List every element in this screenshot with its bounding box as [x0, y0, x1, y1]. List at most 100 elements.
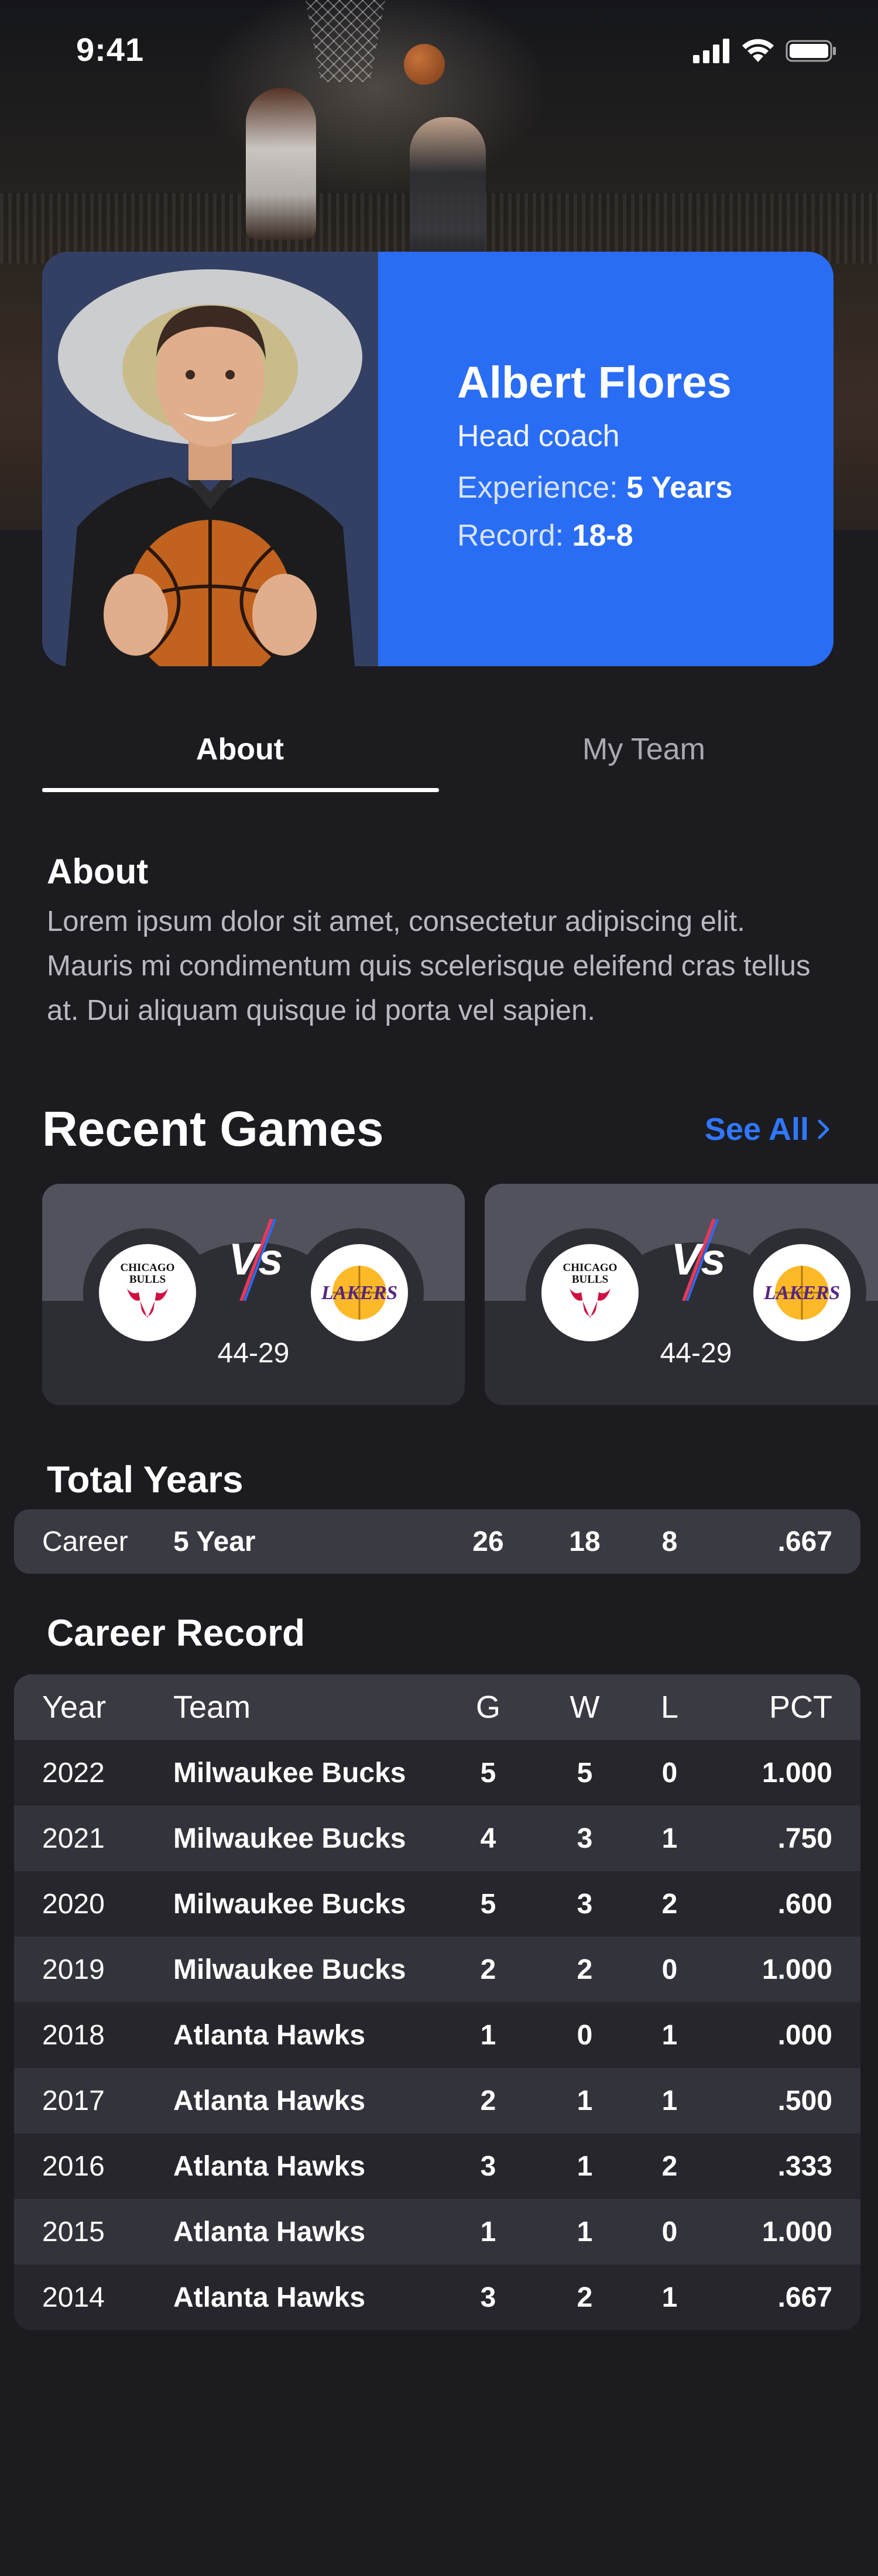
table-header-row: Year Team G W L PCT — [14, 1674, 860, 1740]
total-years-row: Career 5 Year 26 18 8 .667 — [14, 1509, 860, 1574]
row-team: Milwaukee Bucks — [173, 1757, 406, 1789]
wifi-icon — [742, 39, 774, 62]
row-wins: 3 — [577, 1823, 593, 1854]
row-games: 1 — [480, 2216, 496, 2248]
coach-role: Head coach — [457, 419, 620, 453]
row-losses: 0 — [661, 2216, 678, 2248]
row-year: 2015 — [42, 2216, 105, 2248]
row-games: 5 — [480, 1757, 496, 1789]
svg-text:Vs: Vs — [229, 1235, 283, 1284]
row-losses: 0 — [661, 1954, 678, 1985]
row-pct: 1.000 — [762, 1757, 832, 1789]
row-year: 2019 — [42, 1954, 105, 1985]
row-losses: 0 — [661, 1757, 678, 1789]
row-pct: .750 — [777, 1823, 832, 1854]
row-team: Milwaukee Bucks — [173, 1954, 406, 1985]
header-w: W — [570, 1690, 600, 1725]
tab-about[interactable]: About — [42, 732, 438, 767]
coach-photo — [42, 252, 378, 666]
see-all-link[interactable]: See All — [705, 1111, 830, 1147]
row-wins: 1 — [577, 2216, 593, 2248]
row-games: 3 — [480, 2282, 496, 2313]
row-team: Atlanta Hawks — [173, 2150, 366, 2182]
coach-info-panel: Albert Flores Head coach Experience: 5 Y… — [378, 252, 834, 666]
battery-icon — [786, 40, 836, 62]
header-year: Year — [42, 1690, 107, 1725]
coach-profile-card: Albert Flores Head coach Experience: 5 Y… — [42, 252, 834, 666]
active-tab-indicator — [42, 788, 439, 792]
table-row: 2015 Atlanta Hawks 1 1 0 1.000 — [14, 2199, 860, 2265]
row-wins: 0 — [577, 2019, 593, 2051]
row-losses: 2 — [661, 1888, 678, 1920]
row-wins: 2 — [577, 2282, 593, 2313]
row-losses: 1 — [661, 2019, 678, 2051]
game-score: 44-29 — [217, 1338, 290, 1369]
game-card[interactable]: CHICAGO BULLS Vs LAKERS 44-29 — [42, 1184, 465, 1405]
row-team: Milwaukee Bucks — [173, 1888, 406, 1920]
row-year: 2021 — [42, 1823, 105, 1854]
svg-text:LAKERS: LAKERS — [764, 1282, 840, 1304]
vs-icon: Vs — [229, 1219, 283, 1301]
coach-experience: Experience: 5 Years — [457, 471, 733, 505]
row-pct: .667 — [777, 2282, 832, 2313]
total-pct: .667 — [777, 1526, 832, 1557]
svg-text:LAKERS: LAKERS — [321, 1282, 397, 1304]
basketball-hoop — [304, 0, 386, 82]
total-years-heading: Total Years — [47, 1458, 243, 1501]
svg-text:CHICAGO: CHICAGO — [563, 1262, 618, 1274]
player-figure — [410, 117, 486, 258]
career-years: 5 Year — [173, 1526, 256, 1557]
row-pct: 1.000 — [762, 1954, 832, 1985]
about-heading: About — [47, 852, 149, 891]
row-losses: 1 — [661, 1823, 678, 1854]
about-text: Lorem ipsum dolor sit amet, consectetur … — [47, 906, 811, 1026]
row-year: 2014 — [42, 2282, 105, 2313]
row-losses: 1 — [661, 2282, 678, 2313]
row-pct: .000 — [777, 2019, 832, 2051]
table-row: 2022 Milwaukee Bucks 5 5 0 1.000 — [14, 1740, 860, 1806]
basketball — [404, 44, 445, 85]
row-wins: 1 — [577, 2150, 593, 2182]
table-row: 2019 Milwaukee Bucks 2 2 0 1.000 — [14, 1937, 860, 2002]
row-games: 2 — [480, 1954, 496, 1985]
row-games: 4 — [480, 1823, 496, 1854]
row-year: 2022 — [42, 1757, 105, 1789]
row-team: Atlanta Hawks — [173, 2085, 366, 2116]
row-pct: .500 — [777, 2085, 832, 2116]
row-pct: .333 — [777, 2150, 832, 2182]
player-figure — [246, 88, 316, 240]
career-record-table: Year Team G W L PCT 2022 Milwaukee Bucks 5… — [14, 1674, 860, 2330]
row-games: 1 — [480, 2019, 496, 2051]
row-team: Atlanta Hawks — [173, 2282, 366, 2313]
row-wins: 2 — [577, 1954, 593, 1985]
experience-value: 5 Years — [626, 471, 733, 505]
status-icons — [693, 36, 837, 66]
row-year: 2020 — [42, 1888, 105, 1920]
table-row: 2020 Milwaukee Bucks 5 3 2 .600 — [14, 1871, 860, 1937]
tab-my-team[interactable]: My Team — [446, 732, 842, 767]
game-card[interactable]: CHICAGO BULLS Vs LAKERS 44-29 — [485, 1184, 878, 1405]
career-label: Career — [42, 1526, 128, 1557]
row-losses: 1 — [661, 2085, 678, 2116]
row-year: 2018 — [42, 2019, 105, 2051]
cellular-signal-icon — [693, 39, 729, 63]
vs-icon: Vs — [671, 1219, 725, 1301]
coach-name: Albert Flores — [457, 358, 732, 407]
row-games: 5 — [480, 1888, 496, 1920]
svg-text:BULLS: BULLS — [129, 1273, 166, 1286]
total-games: 26 — [472, 1526, 504, 1557]
total-wins: 18 — [569, 1526, 601, 1557]
svg-text:CHICAGO: CHICAGO — [121, 1262, 175, 1274]
table-row: 2018 Atlanta Hawks 1 0 1 .000 — [14, 2002, 860, 2068]
row-games: 3 — [480, 2150, 496, 2182]
table-row: 2021 Milwaukee Bucks 4 3 1 .750 — [14, 1806, 860, 1871]
header-g: G — [475, 1690, 500, 1725]
row-team: Milwaukee Bucks — [173, 1823, 406, 1854]
svg-text:BULLS: BULLS — [572, 1273, 608, 1286]
header-team: Team — [173, 1690, 251, 1725]
row-year: 2016 — [42, 2150, 105, 2182]
row-year: 2017 — [42, 2085, 105, 2116]
game-score: 44-29 — [660, 1338, 732, 1369]
row-pct: 1.000 — [762, 2216, 832, 2248]
record-value: 18-8 — [572, 519, 633, 553]
